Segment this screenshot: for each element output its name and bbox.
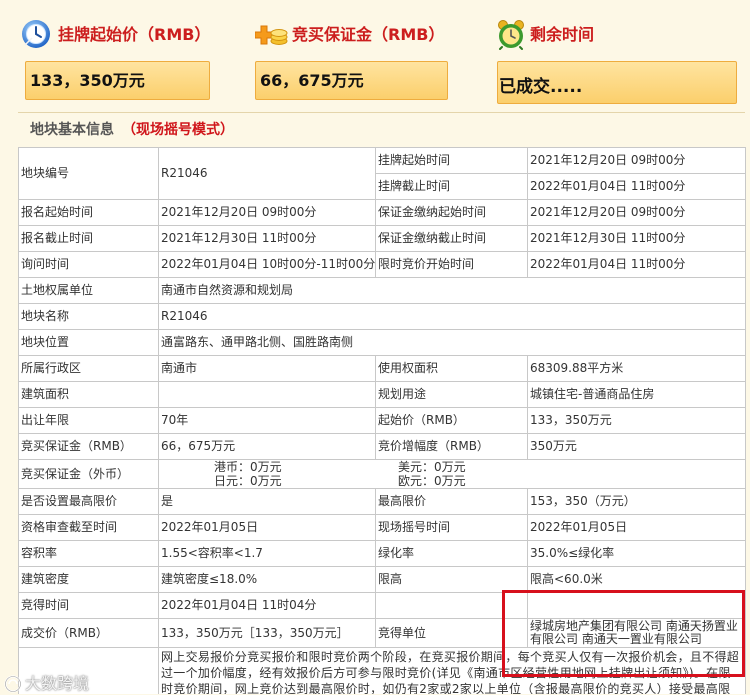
plot-ratio-value: 1.55<容积率<1.7 [159,541,376,567]
bid-increment-label: 竞价增幅度（RMB） [376,434,528,460]
registration-end-label: 报名截止时间 [19,226,159,252]
deposit-usd: 美元：0万元 [398,460,466,474]
start-price-box: 133，350万元 [25,61,210,100]
remaining-time-box: 已成交..... [497,61,737,104]
parcel-name-label: 地块名称 [19,304,159,330]
deposit-rmb-value: 66，675万元 [159,434,376,460]
listing-start-label: 挂牌起始时间 [376,148,528,174]
highlight-annotation-box [502,590,745,677]
winning-time-value: 2022年01月04日 11时04分 [159,593,376,619]
deposit-start-label: 保证金缴纳起始时间 [376,200,528,226]
use-area-label: 使用权面积 [376,356,528,382]
remaining-time-value: 已成交..... [499,77,583,97]
district-label: 所属行政区 [19,356,159,382]
qualification-deadline-value: 2022年01月05日 [159,515,376,541]
deposit-box: 66，675万元 [255,61,448,100]
winning-time-label: 竞得时间 [19,593,159,619]
watermark-logo-icon [4,675,22,693]
term-value: 70年 [159,408,376,434]
header-divider [18,112,745,113]
registration-start-label: 报名起始时间 [19,200,159,226]
remaining-time-label: 剩余时间 [530,25,595,44]
deal-price-label: 成交价（RMB） [19,619,159,648]
registration-start-value: 2021年12月20日 09时00分 [159,200,376,226]
table-start-price-label: 起始价（RMB） [376,408,528,434]
deposit-start-value: 2021年12月20日 09时00分 [528,200,746,226]
use-area-value: 68309.88平方米 [528,356,746,382]
planned-use-value: 城镇住宅-普通商品住房 [528,382,746,408]
coins-icon [255,25,288,45]
stopwatch-icon [22,20,50,48]
land-owner-label: 土地权属单位 [19,278,159,304]
location-value: 通富路东、通甲路北侧、国胜路南侧 [159,330,746,356]
building-density-value: 建筑密度≤18.0% [159,567,376,593]
deposit-end-label: 保证金缴纳截止时间 [376,226,528,252]
green-ratio-value: 35.0%≤绿化率 [528,541,746,567]
listing-end-label: 挂牌截止时间 [376,174,528,200]
foreign-currency-list: 港币：0万元 美元：0万元 日元：0万元 欧元：0万元 [161,460,582,488]
has-price-cap-label: 是否设置最高限价 [19,489,159,515]
lottery-time-value: 2022年01月05日 [528,515,746,541]
price-cap-value: 153，350（万元） [528,489,746,515]
table-start-price-value: 133，350万元 [528,408,746,434]
deposit-rmb-label: 竞买保证金（RMB） [19,434,159,460]
listing-end-value: 2022年01月04日 11时00分 [528,174,746,200]
planned-use-label: 规划用途 [376,382,528,408]
building-area-value [159,382,376,408]
parcel-code-label: 地块编号 [19,148,159,200]
deposit-foreign-label: 竞买保证金（外币） [19,460,159,489]
plot-ratio-label: 容积率 [19,541,159,567]
registration-end-value: 2021年12月30日 11时00分 [159,226,376,252]
bid-increment-value: 350万元 [528,434,746,460]
deposit-eur: 欧元：0万元 [398,474,466,488]
land-owner-value: 南通市自然资源和规划局 [159,278,746,304]
listing-start-value: 2021年12月20日 09时00分 [528,148,746,174]
alarm-clock-icon [498,20,524,50]
district-value: 南通市 [159,356,376,382]
inquiry-time-label: 询问时间 [19,252,159,278]
deposit-jpy: 日元：0万元 [214,474,282,488]
parcel-code-value: R21046 [159,148,376,200]
deposit-end-value: 2021年12月30日 11时00分 [528,226,746,252]
qualification-deadline-label: 资格审查截至时间 [19,515,159,541]
term-label: 出让年限 [19,408,159,434]
parcel-name-value: R21046 [159,304,746,330]
deal-price-value: 133，350万元［133，350万元］ [159,619,376,648]
deposit-foreign-value: 港币：0万元 美元：0万元 日元：0万元 欧元：0万元 [159,460,746,489]
section-mode: （现场摇号模式） [122,122,234,138]
lottery-time-label: 现场摇号时间 [376,515,528,541]
has-price-cap-value: 是 [159,489,376,515]
green-ratio-label: 绿化率 [376,541,528,567]
building-density-label: 建筑密度 [19,567,159,593]
section-title-text: 地块基本信息 [30,122,114,138]
timed-bidding-start-label: 限时竞价开始时间 [376,252,528,278]
start-price-value: 133，350万元 [30,71,145,90]
timed-bidding-start-value: 2022年01月04日 11时00分 [528,252,746,278]
deposit-hkd: 港币：0万元 [214,460,282,474]
deposit-label: 竞买保证金（RMB） [292,25,445,44]
deposit-value: 66，675万元 [260,71,364,90]
inquiry-time-value: 2022年01月04日 10时00分-11时00分 [159,252,376,278]
watermark-text: 大数跨境 [25,674,90,693]
start-price-label: 挂牌起始价（RMB） [58,25,211,44]
price-cap-label: 最高限价 [376,489,528,515]
location-label: 地块位置 [19,330,159,356]
section-title: 地块基本信息 （现场摇号模式） [30,121,234,139]
building-area-label: 建筑面积 [19,382,159,408]
